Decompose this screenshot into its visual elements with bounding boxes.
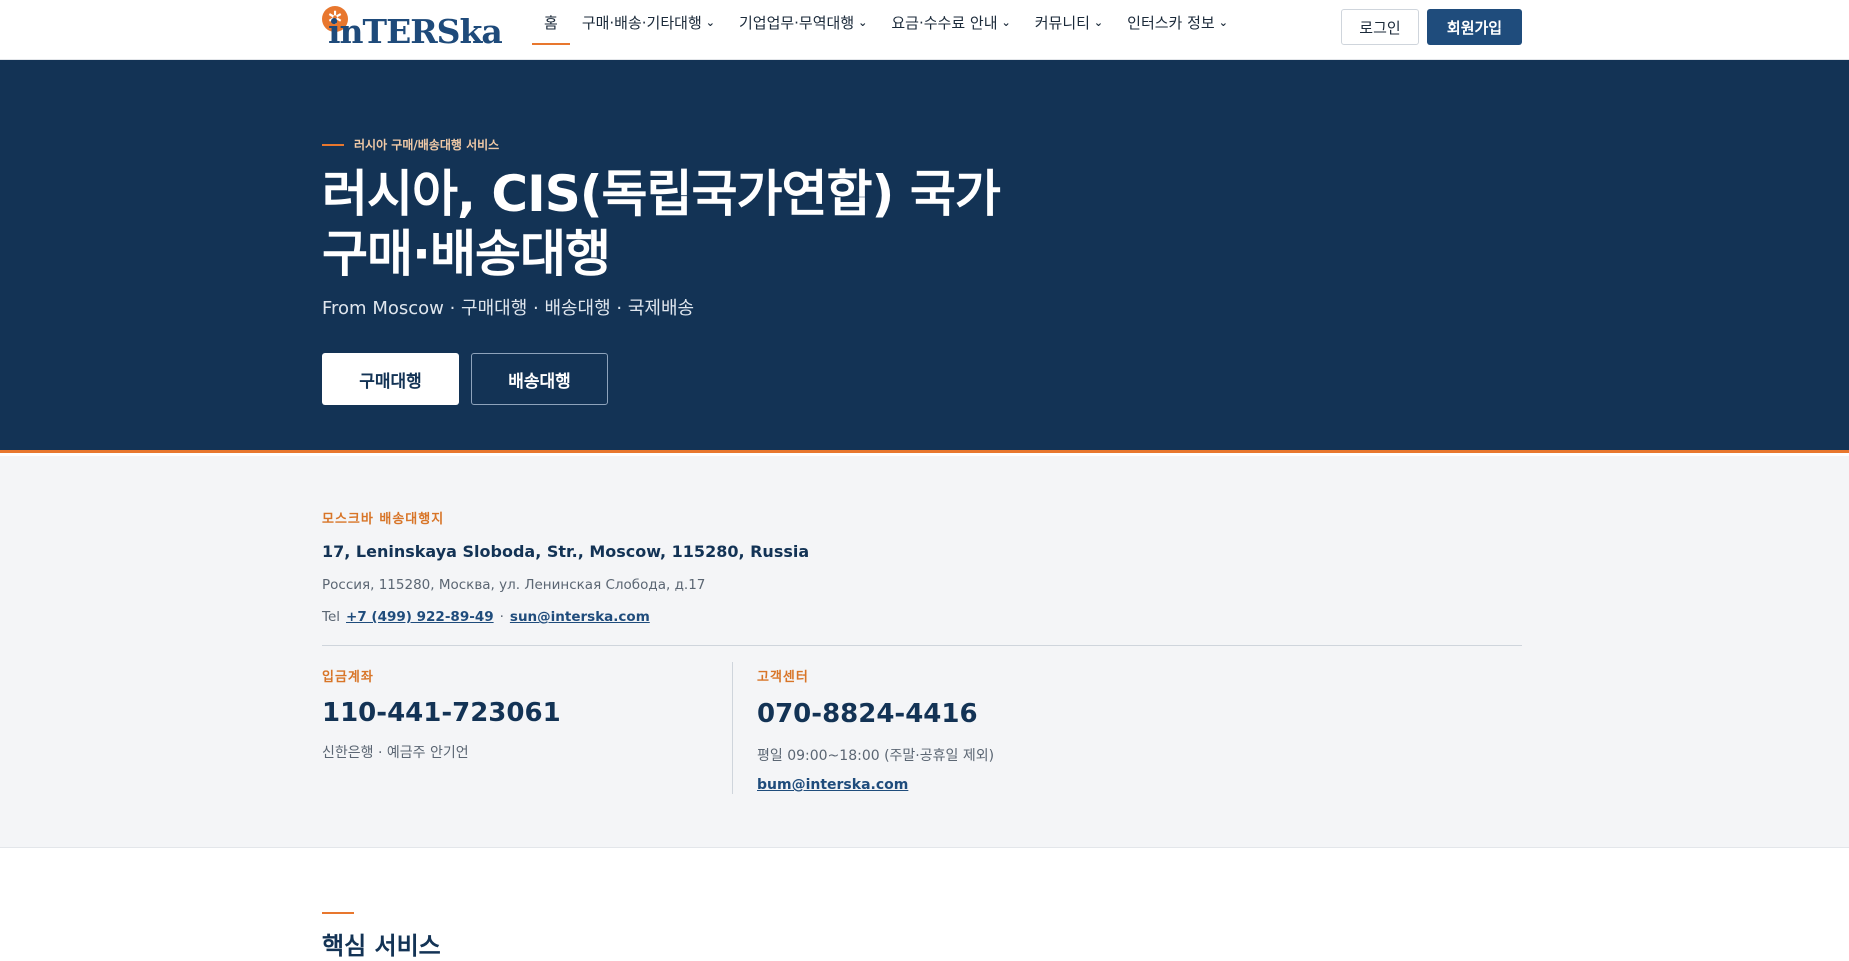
account-note: 신한은행 · 예금주 안기언: [322, 745, 469, 761]
column-divider: [732, 662, 733, 794]
customer-center-label: 고객센터: [757, 670, 809, 685]
hero-section: 러시아 구매/배송대행 서비스 러시아, CIS(독립국가연합) 국가 구매·배…: [0, 60, 1849, 453]
purchase-agency-button[interactable]: 구매대행: [322, 353, 459, 405]
section-divider: [322, 645, 1522, 646]
nav-label: 홈: [544, 13, 558, 32]
nav-label: 커뮤니티: [1034, 13, 1090, 32]
customer-center-email-link[interactable]: bum@interska.com: [757, 777, 908, 793]
login-button[interactable]: 로그인: [1341, 9, 1419, 45]
customer-center-hours: 평일 09:00~18:00 (주말·공휴일 제외): [757, 748, 995, 764]
nav-item-community[interactable]: 커뮤니티 ⌄: [1023, 0, 1115, 44]
account-number: 110-441-723061: [322, 698, 561, 728]
separator: ·: [499, 609, 504, 625]
nav-item-business-trade[interactable]: 기업업무·무역대행 ⌄: [727, 0, 879, 44]
core-accent-line: [322, 912, 354, 914]
customer-center-phone: 070-8824-4416: [757, 699, 978, 729]
nav-label: 인터스카 정보: [1127, 13, 1215, 32]
nav-item-home[interactable]: 홈: [532, 0, 570, 45]
nav-item-about[interactable]: 인터스카 정보 ⌄: [1115, 0, 1240, 44]
chevron-down-icon: ⌄: [1218, 15, 1228, 29]
hero-eyebrow: 러시아 구매/배송대행 서비스: [322, 136, 499, 153]
chevron-down-icon: ⌄: [858, 15, 868, 29]
nav-label: 요금·수수료 안내: [891, 13, 998, 32]
nav-item-purchase-shipping[interactable]: 구매·배송·기타대행 ⌄: [570, 0, 727, 44]
nav-label: 기업업무·무역대행: [738, 13, 855, 32]
address-contact: Tel +7 (499) 922-89-49 · sun@interska.co…: [322, 609, 650, 625]
site-header: ✲ inTERSka 홈 구매·배송·기타대행 ⌄ 기업업무·무역대행 ⌄ 요금…: [0, 0, 1849, 60]
address-english: 17, Leninskaya Sloboda, Str., Moscow, 11…: [322, 542, 810, 561]
hero-title: 러시아, CIS(독립국가연합) 국가 구매·배송대행: [322, 164, 1082, 284]
site-logo[interactable]: ✲ inTERSka: [322, 6, 503, 50]
eyebrow-text: 러시아 구매/배송대행 서비스: [354, 138, 500, 152]
hero-title-line1: 러시아, CIS(독립국가연합) 국가: [322, 165, 1001, 223]
address-label: 모스크바 배송대행지: [322, 512, 445, 527]
hero-subtitle: From Moscow · 구매대행 · 배송대행 · 국제배송: [322, 298, 695, 319]
tel-prefix: Tel: [322, 609, 341, 625]
logo-text: inTERSka: [328, 12, 503, 51]
chevron-down-icon: ⌄: [1001, 15, 1011, 29]
info-section: 모스크바 배송대행지 17, Leninskaya Sloboda, Str.,…: [0, 456, 1849, 848]
chevron-down-icon: ⌄: [705, 15, 715, 29]
main-nav: 홈 구매·배송·기타대행 ⌄ 기업업무·무역대행 ⌄ 요금·수수료 안내 ⌄ 커…: [532, 0, 1240, 60]
address-russian: Россия, 115280, Москва, ул. Ленинская Сл…: [322, 577, 706, 593]
shipping-agency-button[interactable]: 배송대행: [471, 353, 608, 405]
hero-title-line2: 구매·배송대행: [322, 225, 611, 283]
nav-label: 구매·배송·기타대행: [581, 13, 702, 32]
tel-link[interactable]: +7 (499) 922-89-49: [346, 609, 494, 625]
account-label: 입금계좌: [322, 670, 374, 685]
email-link[interactable]: sun@interska.com: [510, 609, 650, 625]
eyebrow-accent-line: [322, 143, 344, 146]
signup-button[interactable]: 회원가입: [1427, 9, 1522, 45]
chevron-down-icon: ⌄: [1093, 15, 1104, 29]
nav-item-fees[interactable]: 요금·수수료 안내 ⌄: [879, 0, 1022, 44]
